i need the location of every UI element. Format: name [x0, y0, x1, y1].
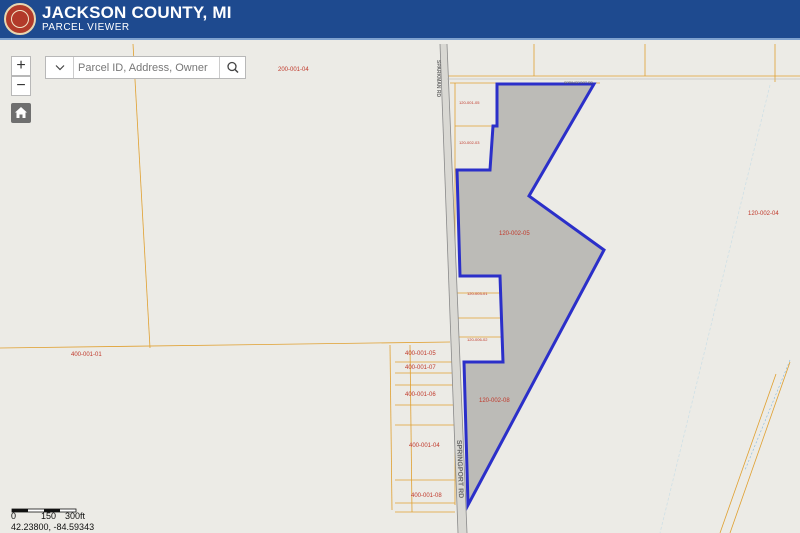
parcel-label: 120-001-05 [459, 100, 480, 105]
scale-tick-label: 300ft [65, 511, 86, 521]
parcel-label: 400-001-06 [405, 392, 436, 398]
chevron-down-icon [55, 65, 65, 71]
parcel-label: 120-002-03 [459, 140, 480, 145]
parcel-label: 400-001-04 [409, 443, 440, 449]
search-button[interactable] [219, 57, 245, 78]
home-icon [15, 107, 27, 118]
app-header: JACKSON COUNTY, MI PARCEL VIEWER [0, 0, 800, 40]
search-type-dropdown[interactable] [46, 57, 74, 78]
parcel-map[interactable]: 200-001-04 400-001-01 400-001-05 400-001… [0, 40, 800, 533]
parcel-label: 120-002-04 [748, 211, 779, 217]
search-input[interactable] [76, 58, 212, 77]
parcel-label: 400-001-01 [71, 352, 102, 358]
parcel-label: 200-001-04 [278, 67, 309, 73]
parcel-label: 120-006-02 [467, 337, 488, 342]
scale-tick-label: 150 [41, 511, 57, 521]
parcel-label: 400-001-07 [405, 365, 436, 371]
parcel-label: 120-002-08 [479, 398, 510, 404]
cursor-coordinates: 42.23800, -84.59343 [11, 522, 95, 532]
search-icon [227, 61, 239, 74]
county-seal-icon [4, 3, 36, 35]
app-subtitle: PARCEL VIEWER [42, 22, 130, 33]
home-button[interactable] [11, 103, 31, 123]
road-label-horizontal: SPRINGPORT RD [564, 81, 594, 85]
search-bar [45, 56, 246, 79]
zoom-in-button[interactable]: + [11, 56, 31, 76]
app-title: JACKSON COUNTY, MI [42, 3, 232, 22]
zoom-out-button[interactable]: − [11, 76, 31, 96]
parcel-label: 120-002-05 [499, 231, 530, 237]
road-label-vertical: SPARKMAN RD [435, 60, 441, 98]
parcel-label: 400-001-08 [411, 493, 442, 499]
parcel-label: 400-001-05 [405, 351, 436, 357]
scale-tick-label: 0 [11, 511, 17, 521]
parcel-label: 120-003-01 [467, 291, 488, 296]
